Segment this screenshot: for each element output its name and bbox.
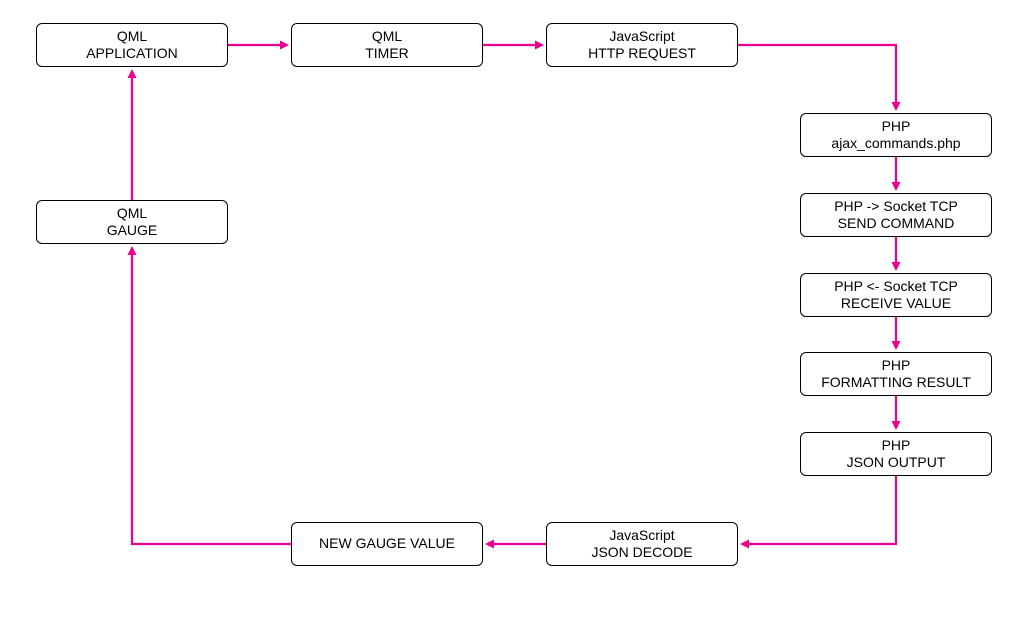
node-new-gauge-value: NEW GAUGE VALUE (291, 522, 483, 566)
node-line1: JavaScript (609, 527, 674, 545)
node-php-receive-value: PHP <- Socket TCP RECEIVE VALUE (800, 273, 992, 317)
node-line1: NEW GAUGE VALUE (319, 535, 455, 553)
node-js-http-request: JavaScript HTTP REQUEST (546, 23, 738, 67)
node-line1: PHP (882, 118, 911, 136)
node-line2: FORMATTING RESULT (821, 374, 971, 392)
node-qml-gauge: QML GAUGE (36, 200, 228, 244)
node-line1: PHP <- Socket TCP (834, 278, 958, 296)
node-line1: PHP (882, 357, 911, 375)
node-line2: HTTP REQUEST (588, 45, 696, 63)
flow-diagram: QML APPLICATION QML TIMER JavaScript HTT… (0, 0, 1024, 632)
node-line2: ajax_commands.php (831, 135, 960, 153)
arrow-json-to-decode (743, 476, 896, 544)
node-qml-application: QML APPLICATION (36, 23, 228, 67)
node-line2: JSON OUTPUT (847, 454, 946, 472)
node-line1: PHP -> Socket TCP (834, 198, 958, 216)
node-qml-timer: QML TIMER (291, 23, 483, 67)
node-line2: GAUGE (107, 222, 158, 240)
node-line1: QML (372, 28, 402, 46)
node-line2: TIMER (365, 45, 409, 63)
node-line2: JSON DECODE (591, 544, 692, 562)
node-php-send-command: PHP -> Socket TCP SEND COMMAND (800, 193, 992, 237)
node-js-json-decode: JavaScript JSON DECODE (546, 522, 738, 566)
node-line1: QML (117, 28, 147, 46)
node-php-ajax-commands: PHP ajax_commands.php (800, 113, 992, 157)
node-line2: SEND COMMAND (838, 215, 955, 233)
node-line1: JavaScript (609, 28, 674, 46)
node-line2: APPLICATION (86, 45, 178, 63)
node-line1: QML (117, 205, 147, 223)
node-php-json-output: PHP JSON OUTPUT (800, 432, 992, 476)
arrow-http-to-ajax (738, 45, 896, 108)
arrow-newgauge-to-gauge (132, 249, 291, 544)
node-line1: PHP (882, 437, 911, 455)
node-line2: RECEIVE VALUE (841, 295, 951, 313)
node-php-formatting-result: PHP FORMATTING RESULT (800, 352, 992, 396)
